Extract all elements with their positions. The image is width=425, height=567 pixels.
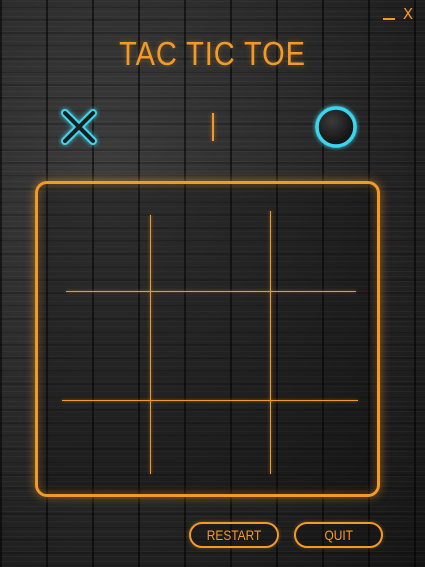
grid-line-vertical-1 xyxy=(150,215,151,474)
game-window: X TAC TIC TOE RESTART QUIT xyxy=(0,0,425,567)
grid-line-horizontal-1 xyxy=(66,291,356,292)
restart-button-label: RESTART xyxy=(206,527,262,543)
game-title: TAC TIC TOE xyxy=(119,35,306,72)
board-cell-9[interactable] xyxy=(272,402,382,502)
grid-line-horizontal-2 xyxy=(62,400,358,401)
board-cell-8[interactable] xyxy=(152,402,262,502)
turn-divider xyxy=(212,113,214,141)
board-cell-7[interactable] xyxy=(40,402,150,502)
grid-line-vertical-2 xyxy=(270,211,271,474)
board-cell-1[interactable] xyxy=(40,186,150,286)
game-board xyxy=(35,181,380,497)
minimize-icon xyxy=(383,18,395,20)
board-cell-6[interactable] xyxy=(272,293,382,393)
board-cell-3[interactable] xyxy=(272,186,382,286)
close-button[interactable]: X xyxy=(400,6,416,22)
restart-button[interactable]: RESTART xyxy=(189,522,279,548)
board-cell-5[interactable] xyxy=(152,293,262,393)
minimize-button[interactable] xyxy=(381,6,397,22)
close-icon: X xyxy=(402,5,414,23)
x-mark-icon xyxy=(61,109,97,145)
board-cell-2[interactable] xyxy=(152,186,262,286)
quit-button[interactable]: QUIT xyxy=(294,522,383,548)
quit-button-label: QUIT xyxy=(324,527,353,543)
o-ring-icon xyxy=(315,106,357,148)
board-cell-4[interactable] xyxy=(40,293,150,393)
